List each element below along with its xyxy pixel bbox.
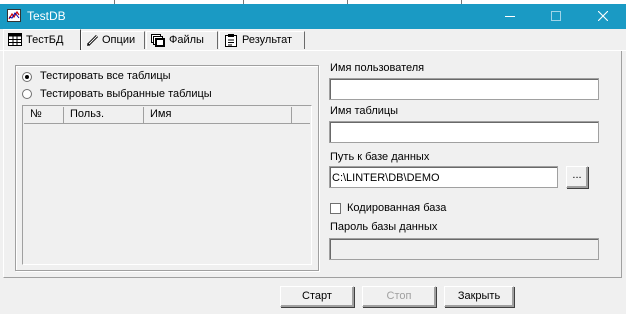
tab-result[interactable]: Результат: [219, 31, 305, 49]
window-title: TestDB: [27, 9, 66, 23]
tab-label: Результат: [242, 34, 293, 46]
encoded-db-label[interactable]: Кодированная база: [347, 202, 446, 214]
close-icon: [598, 11, 608, 21]
maximize-icon: [551, 11, 561, 21]
stop-button[interactable]: Стоп: [362, 286, 436, 307]
tab-files[interactable]: Файлы: [146, 31, 218, 49]
tables-list[interactable]: № Польз. Имя: [22, 105, 312, 265]
close-app-button[interactable]: Закрыть: [444, 286, 514, 307]
minimize-button[interactable]: [487, 4, 533, 29]
tab-testdb[interactable]: ТестБД: [3, 29, 81, 51]
tab-strip: ТестБД Опции Файлы Результат: [0, 29, 626, 51]
browse-button[interactable]: ...: [566, 166, 588, 188]
db-path-label: Путь к базе данных: [330, 151, 430, 163]
username-input[interactable]: [330, 79, 598, 99]
minimize-icon: [505, 16, 515, 17]
pencil-icon: [86, 34, 99, 47]
db-password-label: Пароль базы данных: [330, 221, 438, 233]
tab-options[interactable]: Опции: [81, 31, 145, 49]
table-name-label: Имя таблицы: [330, 105, 399, 117]
column-user[interactable]: Польз.: [64, 107, 144, 123]
testdb-window: TestDB ТестБД Опции Файлы Результат Тест…: [0, 0, 626, 314]
maximize-button[interactable]: [533, 4, 579, 29]
db-password-field[interactable]: [329, 238, 599, 260]
radio-test-selected-label[interactable]: Тестировать выбранные таблицы: [40, 88, 212, 100]
db-password-input[interactable]: [330, 239, 598, 259]
tab-label: ТестБД: [26, 34, 64, 46]
column-name[interactable]: Имя: [144, 107, 292, 123]
radio-test-selected-tables[interactable]: [22, 89, 32, 99]
username-field[interactable]: [329, 78, 599, 100]
username-label: Имя пользователя: [330, 62, 425, 74]
column-number[interactable]: №: [24, 107, 64, 123]
radio-test-all-tables[interactable]: [22, 72, 32, 82]
tables-list-header: № Польз. Имя: [24, 107, 310, 124]
db-path-field[interactable]: [329, 166, 558, 188]
table-name-input[interactable]: [330, 122, 598, 142]
close-button[interactable]: [580, 4, 626, 29]
start-button[interactable]: Старт: [280, 286, 354, 307]
chart-app-icon: [7, 9, 21, 22]
table-icon: [8, 33, 22, 46]
db-path-input[interactable]: [330, 167, 557, 187]
report-icon: [225, 34, 237, 47]
tab-label: Файлы: [169, 34, 204, 46]
radio-test-all-label[interactable]: Тестировать все таблицы: [40, 70, 171, 82]
table-name-field[interactable]: [329, 121, 599, 143]
title-bar[interactable]: TestDB: [0, 4, 626, 29]
files-icon: [151, 34, 165, 47]
encoded-db-checkbox[interactable]: [330, 203, 341, 214]
tab-label: Опции: [102, 34, 136, 46]
